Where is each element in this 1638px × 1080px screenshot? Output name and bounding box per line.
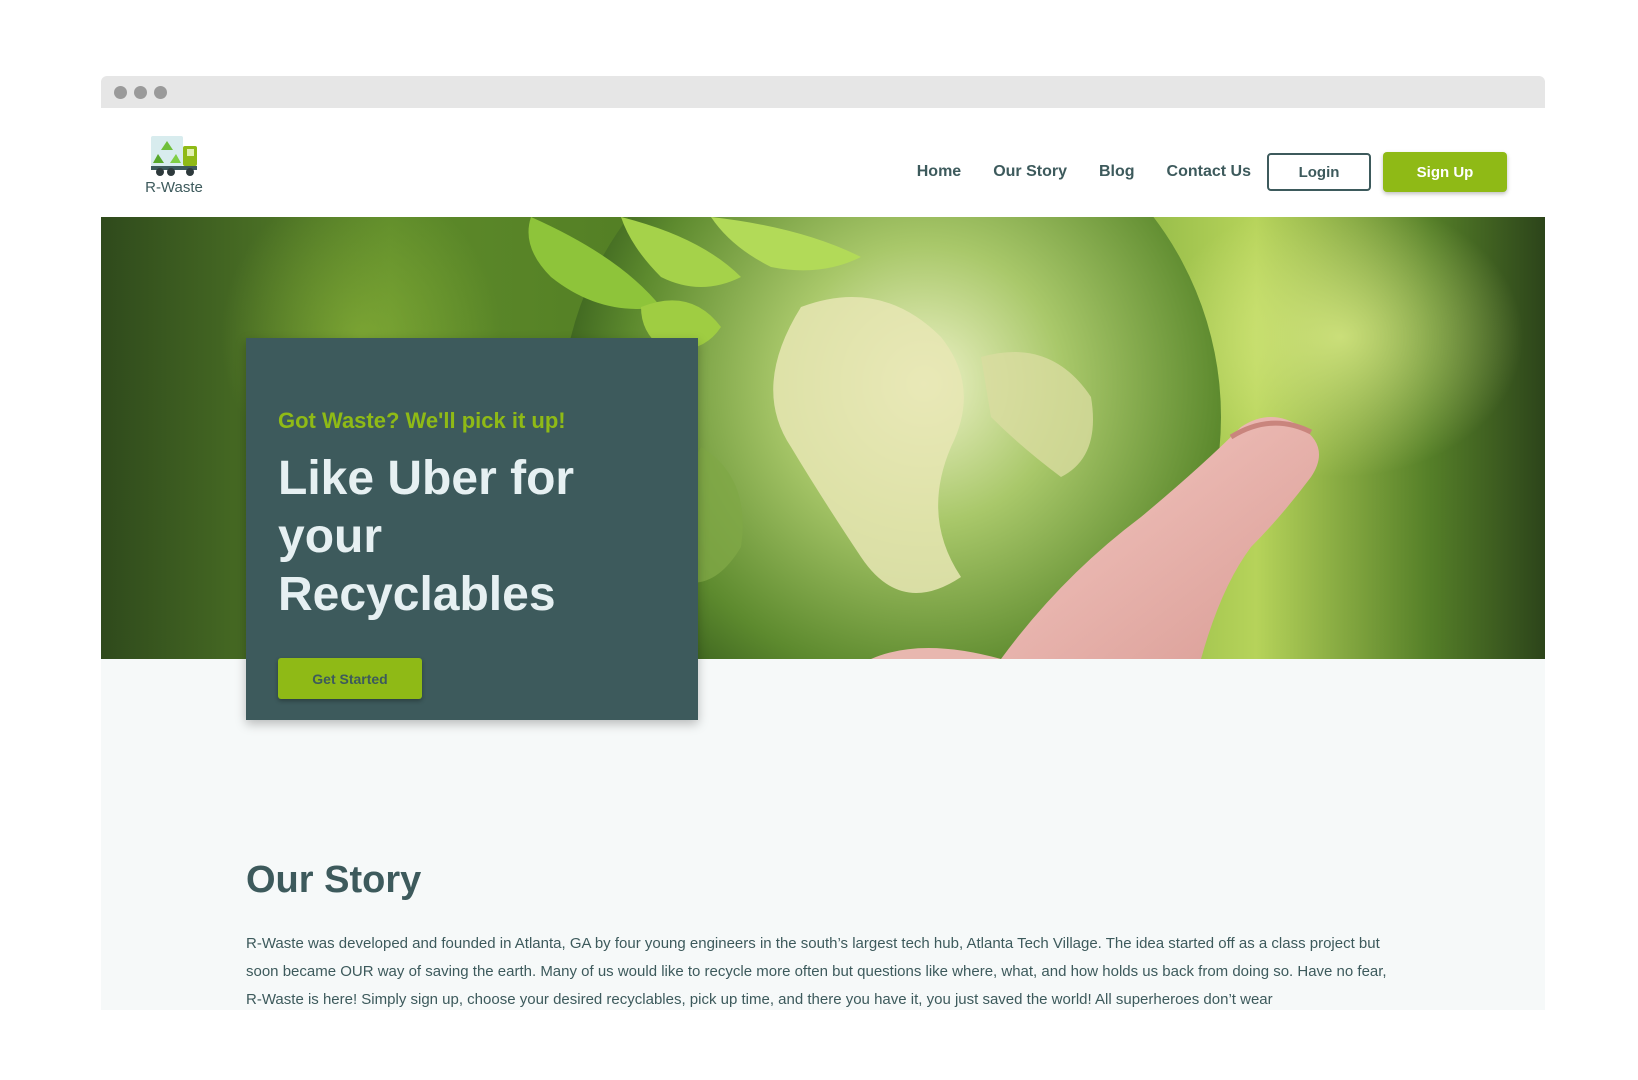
hero-card: Got Waste? We'll pick it up! Like Uber f… [246, 338, 698, 720]
nav-contact-us[interactable]: Contact Us [1167, 163, 1251, 181]
main-nav: Home Our Story Blog Contact Us Login Sig… [917, 152, 1507, 192]
window-dot-maximize[interactable] [154, 85, 167, 99]
site-header: R-Waste Home Our Story Blog Contact Us L… [101, 108, 1545, 217]
site-logo[interactable]: R-Waste [141, 132, 207, 196]
logo-text: R-Waste [145, 179, 203, 196]
window-dot-close[interactable] [114, 85, 127, 99]
get-started-button[interactable]: Get Started [278, 658, 422, 699]
nav-our-story[interactable]: Our Story [993, 163, 1067, 181]
nav-blog[interactable]: Blog [1099, 163, 1135, 181]
nav-home[interactable]: Home [917, 163, 961, 181]
signup-button[interactable]: Sign Up [1383, 152, 1507, 192]
login-button[interactable]: Login [1267, 153, 1371, 191]
browser-window: R-Waste Home Our Story Blog Contact Us L… [101, 76, 1545, 1010]
our-story-section: Our Story R-Waste was developed and foun… [246, 859, 1406, 1010]
our-story-title: Our Story [246, 859, 422, 901]
our-story-body: R-Waste was developed and founded in Atl… [246, 935, 1387, 1008]
window-titlebar [101, 76, 1545, 108]
recycle-truck-icon [151, 136, 197, 176]
hero-tagline: Got Waste? We'll pick it up! [278, 408, 566, 433]
window-dot-minimize[interactable] [134, 85, 147, 99]
hero-headline: Like Uber for your Recyclables [278, 452, 575, 621]
